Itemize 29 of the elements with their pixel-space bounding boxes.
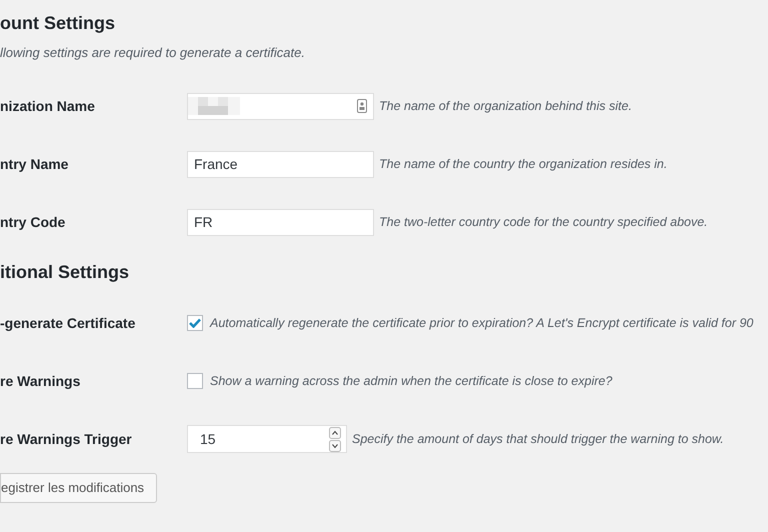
field-description: Specify the amount of days that should trigger the warning to show. [352, 432, 724, 446]
field-description: The name of the country the organization resides in. [379, 156, 668, 172]
field-label: ntry Code [0, 212, 66, 232]
field-label: re Warnings Trigger [0, 430, 133, 449]
field-description: The name of the organization behind this site. [379, 98, 632, 114]
checkbox[interactable] [187, 373, 203, 389]
field-label: -generate Certificate [0, 314, 136, 333]
field-description: Show a warning across the admin when the certificate is close to expire? [210, 374, 612, 388]
field-description: Automatically regenerate the certificate prior to expiration? A Let's Encrypt certificate is valid for 90 [210, 316, 754, 330]
field-value: 15 [200, 430, 217, 448]
section-heading: ount Settings [0, 12, 116, 35]
field-value: FR [194, 212, 213, 232]
number-field[interactable]: 15 [187, 425, 347, 453]
section-heading: itional Settings [0, 261, 130, 284]
spin-up-icon[interactable] [329, 426, 341, 438]
checkbox[interactable] [187, 315, 203, 331]
field-description: The two-letter country code for the country specified above. [379, 214, 708, 230]
field-label: re Warnings [0, 372, 82, 391]
text-field[interactable]: FR [187, 208, 374, 236]
field-label: ntry Name [0, 154, 70, 174]
field-label: nization Name [0, 96, 96, 116]
contact-card-icon [357, 99, 367, 113]
save-button[interactable]: egistrer les modifications [0, 472, 158, 503]
spin-down-icon[interactable] [329, 440, 341, 452]
text-field[interactable]: France [187, 150, 374, 178]
text-field[interactable] [187, 92, 374, 120]
field-value: France [194, 154, 238, 174]
section-description: llowing settings are required to generate a certificate. [0, 45, 306, 61]
checkmark-icon [189, 318, 201, 328]
